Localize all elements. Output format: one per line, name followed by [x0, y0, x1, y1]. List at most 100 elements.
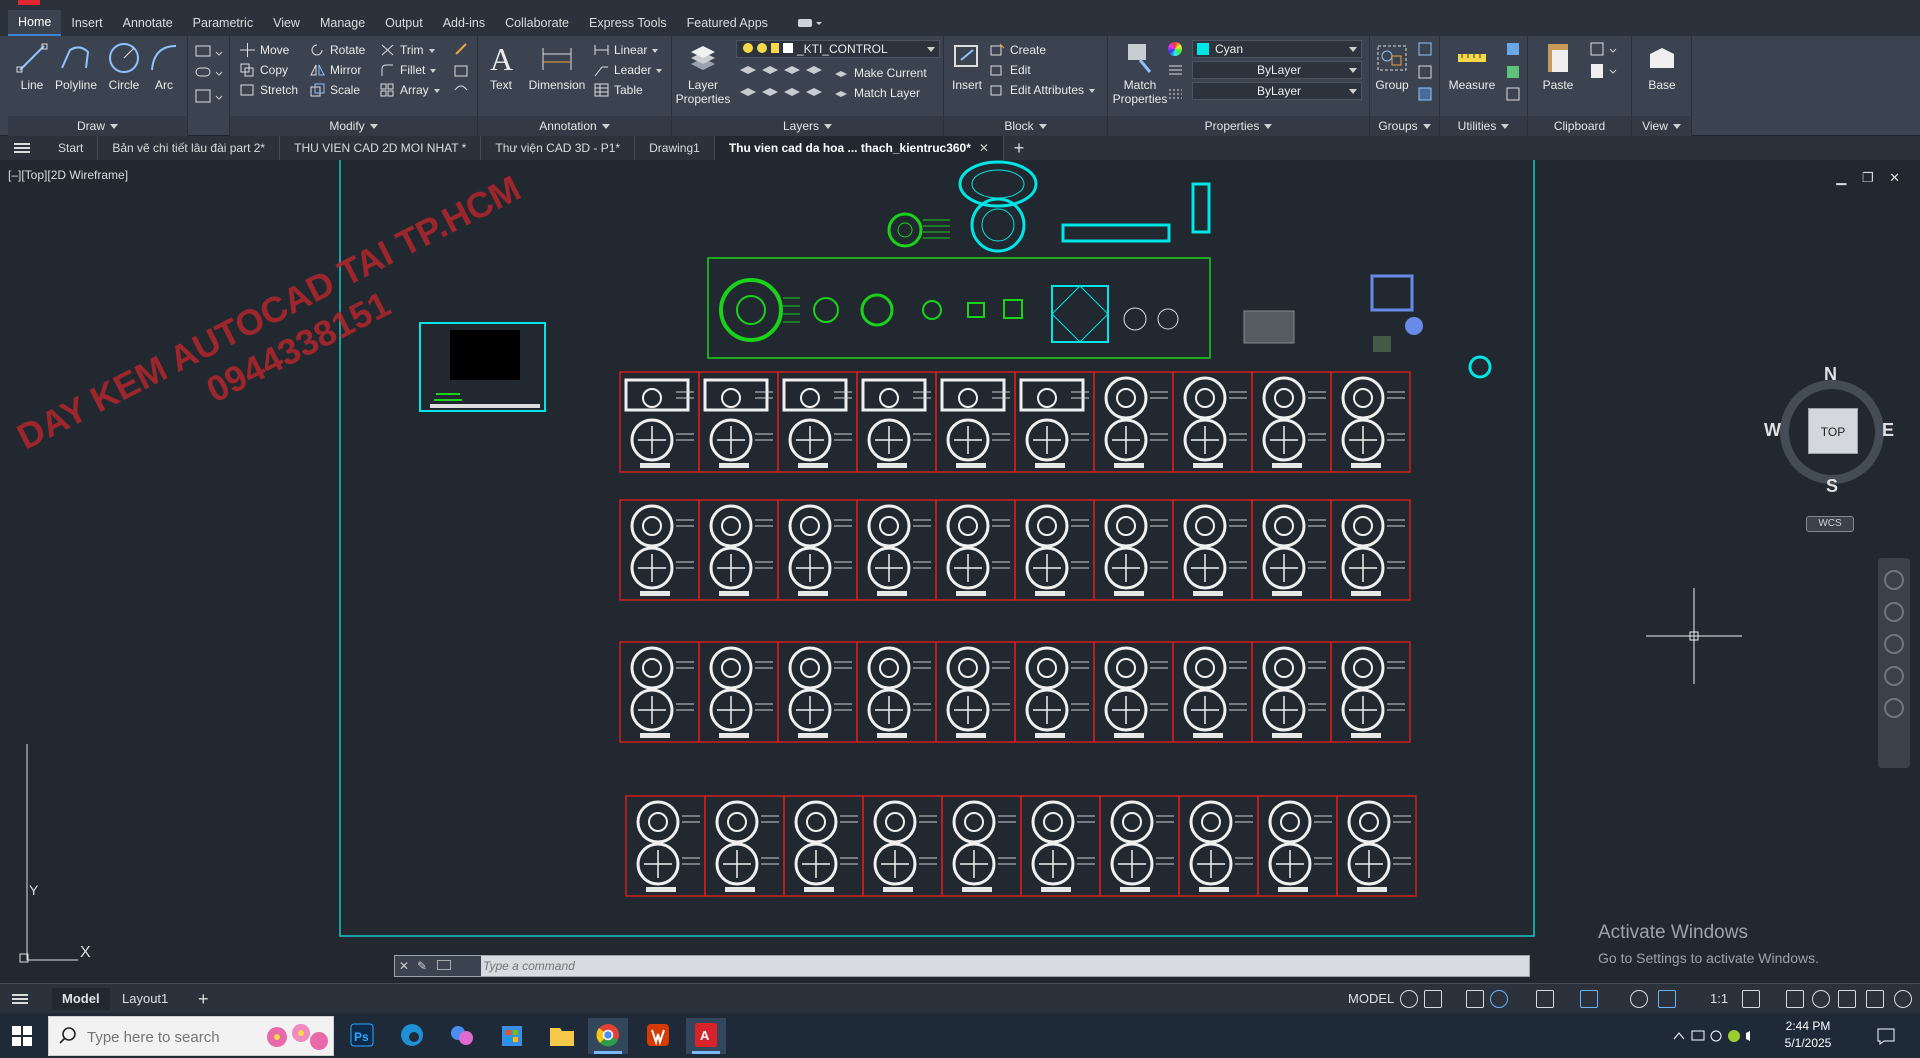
tab-add-ins[interactable]: Add-ins: [433, 11, 495, 35]
taskbar-edge[interactable]: [392, 1018, 432, 1054]
make-current-button[interactable]: Make Current: [832, 63, 927, 83]
color-wheel-icon[interactable]: [1168, 42, 1182, 56]
match-layer-button[interactable]: Match Layer: [832, 83, 920, 103]
tab-manage[interactable]: Manage: [310, 11, 375, 35]
file-tab[interactable]: THU VIEN CAD 2D MOI NHAT *: [280, 136, 482, 160]
circle-button[interactable]: Circle: [100, 40, 148, 92]
rotate-button[interactable]: Rotate: [308, 40, 365, 60]
taskbar-file-explorer[interactable]: [542, 1018, 582, 1054]
layer-tools-icon[interactable]: [738, 62, 834, 108]
layer-dropdown[interactable]: _KTI_CONTROL: [736, 40, 940, 58]
polyline-button[interactable]: Polyline: [52, 40, 100, 92]
stretch-button[interactable]: Stretch: [238, 80, 298, 100]
leader-button[interactable]: Leader: [592, 60, 663, 80]
zoom-icon[interactable]: [1884, 634, 1904, 654]
ortho-icon[interactable]: [1466, 990, 1484, 1008]
layout-tabs-menu-icon[interactable]: [8, 987, 32, 1011]
tab-express-tools[interactable]: Express Tools: [579, 11, 677, 35]
clipboard-panel-title[interactable]: Clipboard: [1528, 116, 1631, 136]
group-button[interactable]: Group: [1370, 40, 1414, 92]
measure-button[interactable]: Measure: [1444, 40, 1500, 92]
properties-panel-title[interactable]: Properties: [1108, 116, 1369, 136]
calculator-icon[interactable]: [1504, 40, 1524, 104]
osnap-icon[interactable]: [1580, 990, 1598, 1008]
customize-menu-icon[interactable]: [1894, 990, 1912, 1008]
text-button[interactable]: A Text: [482, 40, 520, 92]
copy-clip-icon[interactable]: [1588, 40, 1628, 84]
layers-panel-title[interactable]: Layers: [672, 116, 943, 136]
group-tools-icon[interactable]: [1416, 40, 1436, 104]
close-tab-icon[interactable]: ✕: [979, 141, 989, 155]
taskbar-clock[interactable]: 2:44 PM 5/1/2025: [1768, 1018, 1848, 1052]
tab-home[interactable]: Home: [8, 10, 62, 36]
tab-parametric[interactable]: Parametric: [183, 11, 263, 35]
tab-insert[interactable]: Insert: [61, 11, 112, 35]
linetype-dropdown[interactable]: ByLayer: [1192, 61, 1362, 79]
drawing-viewport[interactable]: [–][Top][2D Wireframe] ▁ ❐ ✕ Y X DAY KEM…: [0, 160, 1920, 978]
recent-commands-icon[interactable]: [437, 960, 451, 970]
taskbar-copilot[interactable]: [442, 1018, 482, 1054]
tab-model[interactable]: Model: [52, 988, 110, 1010]
orbit-icon[interactable]: [1884, 666, 1904, 686]
selection-cycling-icon[interactable]: [1658, 990, 1676, 1008]
insert-block-button[interactable]: Insert: [946, 40, 988, 92]
rectangle-icon[interactable]: [194, 42, 224, 106]
tab-annotate[interactable]: Annotate: [113, 11, 183, 35]
new-tab-button[interactable]: +: [1004, 138, 1034, 159]
match-properties-button[interactable]: Match Properties: [1110, 40, 1170, 106]
paste-button[interactable]: Paste: [1536, 40, 1580, 92]
table-button[interactable]: Table: [592, 80, 643, 100]
tab-output[interactable]: Output: [375, 11, 433, 35]
file-tab[interactable]: Thư viện CAD 3D - P1*: [481, 136, 636, 160]
fullscreen-icon[interactable]: [1866, 990, 1884, 1008]
base-view-button[interactable]: Base: [1638, 40, 1686, 92]
taskbar-search-input[interactable]: [87, 1027, 277, 1047]
fillet-button[interactable]: Fillet: [378, 60, 437, 80]
scale-button[interactable]: Scale: [308, 80, 360, 100]
command-input[interactable]: [483, 956, 1463, 976]
taskbar-photoshop[interactable]: Ps: [342, 1018, 382, 1054]
compass-west[interactable]: W: [1764, 420, 1781, 441]
otrack-icon[interactable]: [1630, 990, 1648, 1008]
compass-north[interactable]: N: [1824, 364, 1837, 385]
isolate-icon[interactable]: [1812, 990, 1830, 1008]
snap-icon[interactable]: [1424, 990, 1442, 1008]
layer-properties-button[interactable]: Layer Properties: [672, 40, 734, 106]
modify-panel-title[interactable]: Modify: [230, 116, 477, 136]
compass-east[interactable]: E: [1882, 420, 1894, 441]
tab-view[interactable]: View: [263, 11, 310, 35]
file-tab-active[interactable]: Thu vien cad da hoa ... thach_kientruc36…: [714, 136, 1004, 160]
lineweight-dropdown[interactable]: ByLayer: [1192, 82, 1362, 100]
taskbar-autocad[interactable]: A: [686, 1018, 726, 1054]
tab-layout1[interactable]: Layout1: [112, 988, 178, 1010]
wrench-icon[interactable]: ✎: [417, 959, 427, 973]
move-button[interactable]: Move: [238, 40, 289, 60]
viewcube-top-face[interactable]: TOP: [1808, 408, 1858, 454]
mirror-button[interactable]: Mirror: [308, 60, 361, 80]
viewcube[interactable]: TOP N S E W: [1764, 364, 1894, 497]
tab-collaborate[interactable]: Collaborate: [495, 11, 579, 35]
isodraft-icon[interactable]: [1536, 990, 1554, 1008]
array-button[interactable]: Array: [378, 80, 440, 100]
add-layout-button[interactable]: +: [188, 988, 219, 1010]
plus-icon[interactable]: [1786, 990, 1804, 1008]
windows-start-icon[interactable]: [12, 1026, 32, 1046]
notification-icon[interactable]: [1876, 1027, 1896, 1045]
compass-south[interactable]: S: [1826, 476, 1838, 497]
close-icon[interactable]: ✕: [399, 959, 409, 973]
erase-icon[interactable]: [452, 40, 472, 104]
polar-icon[interactable]: [1490, 990, 1508, 1008]
groups-panel-title[interactable]: Groups: [1370, 116, 1439, 136]
system-tray-icons[interactable]: [1672, 1027, 1762, 1045]
model-space-toggle[interactable]: MODEL: [1338, 988, 1404, 1010]
edit-block-button[interactable]: Edit: [988, 60, 1031, 80]
block-panel-title[interactable]: Block: [944, 116, 1107, 136]
utilities-panel-title[interactable]: Utilities: [1440, 116, 1527, 136]
steering-wheel-icon[interactable]: [1884, 570, 1904, 590]
workspace-gear-icon[interactable]: [1742, 990, 1760, 1008]
file-tabs-menu-icon[interactable]: [0, 136, 44, 160]
taskbar-office[interactable]: [638, 1018, 678, 1054]
autocad-logo-icon[interactable]: [18, 0, 40, 5]
showmotion-icon[interactable]: [1884, 698, 1904, 718]
wcs-menu[interactable]: WCS: [1806, 516, 1854, 532]
